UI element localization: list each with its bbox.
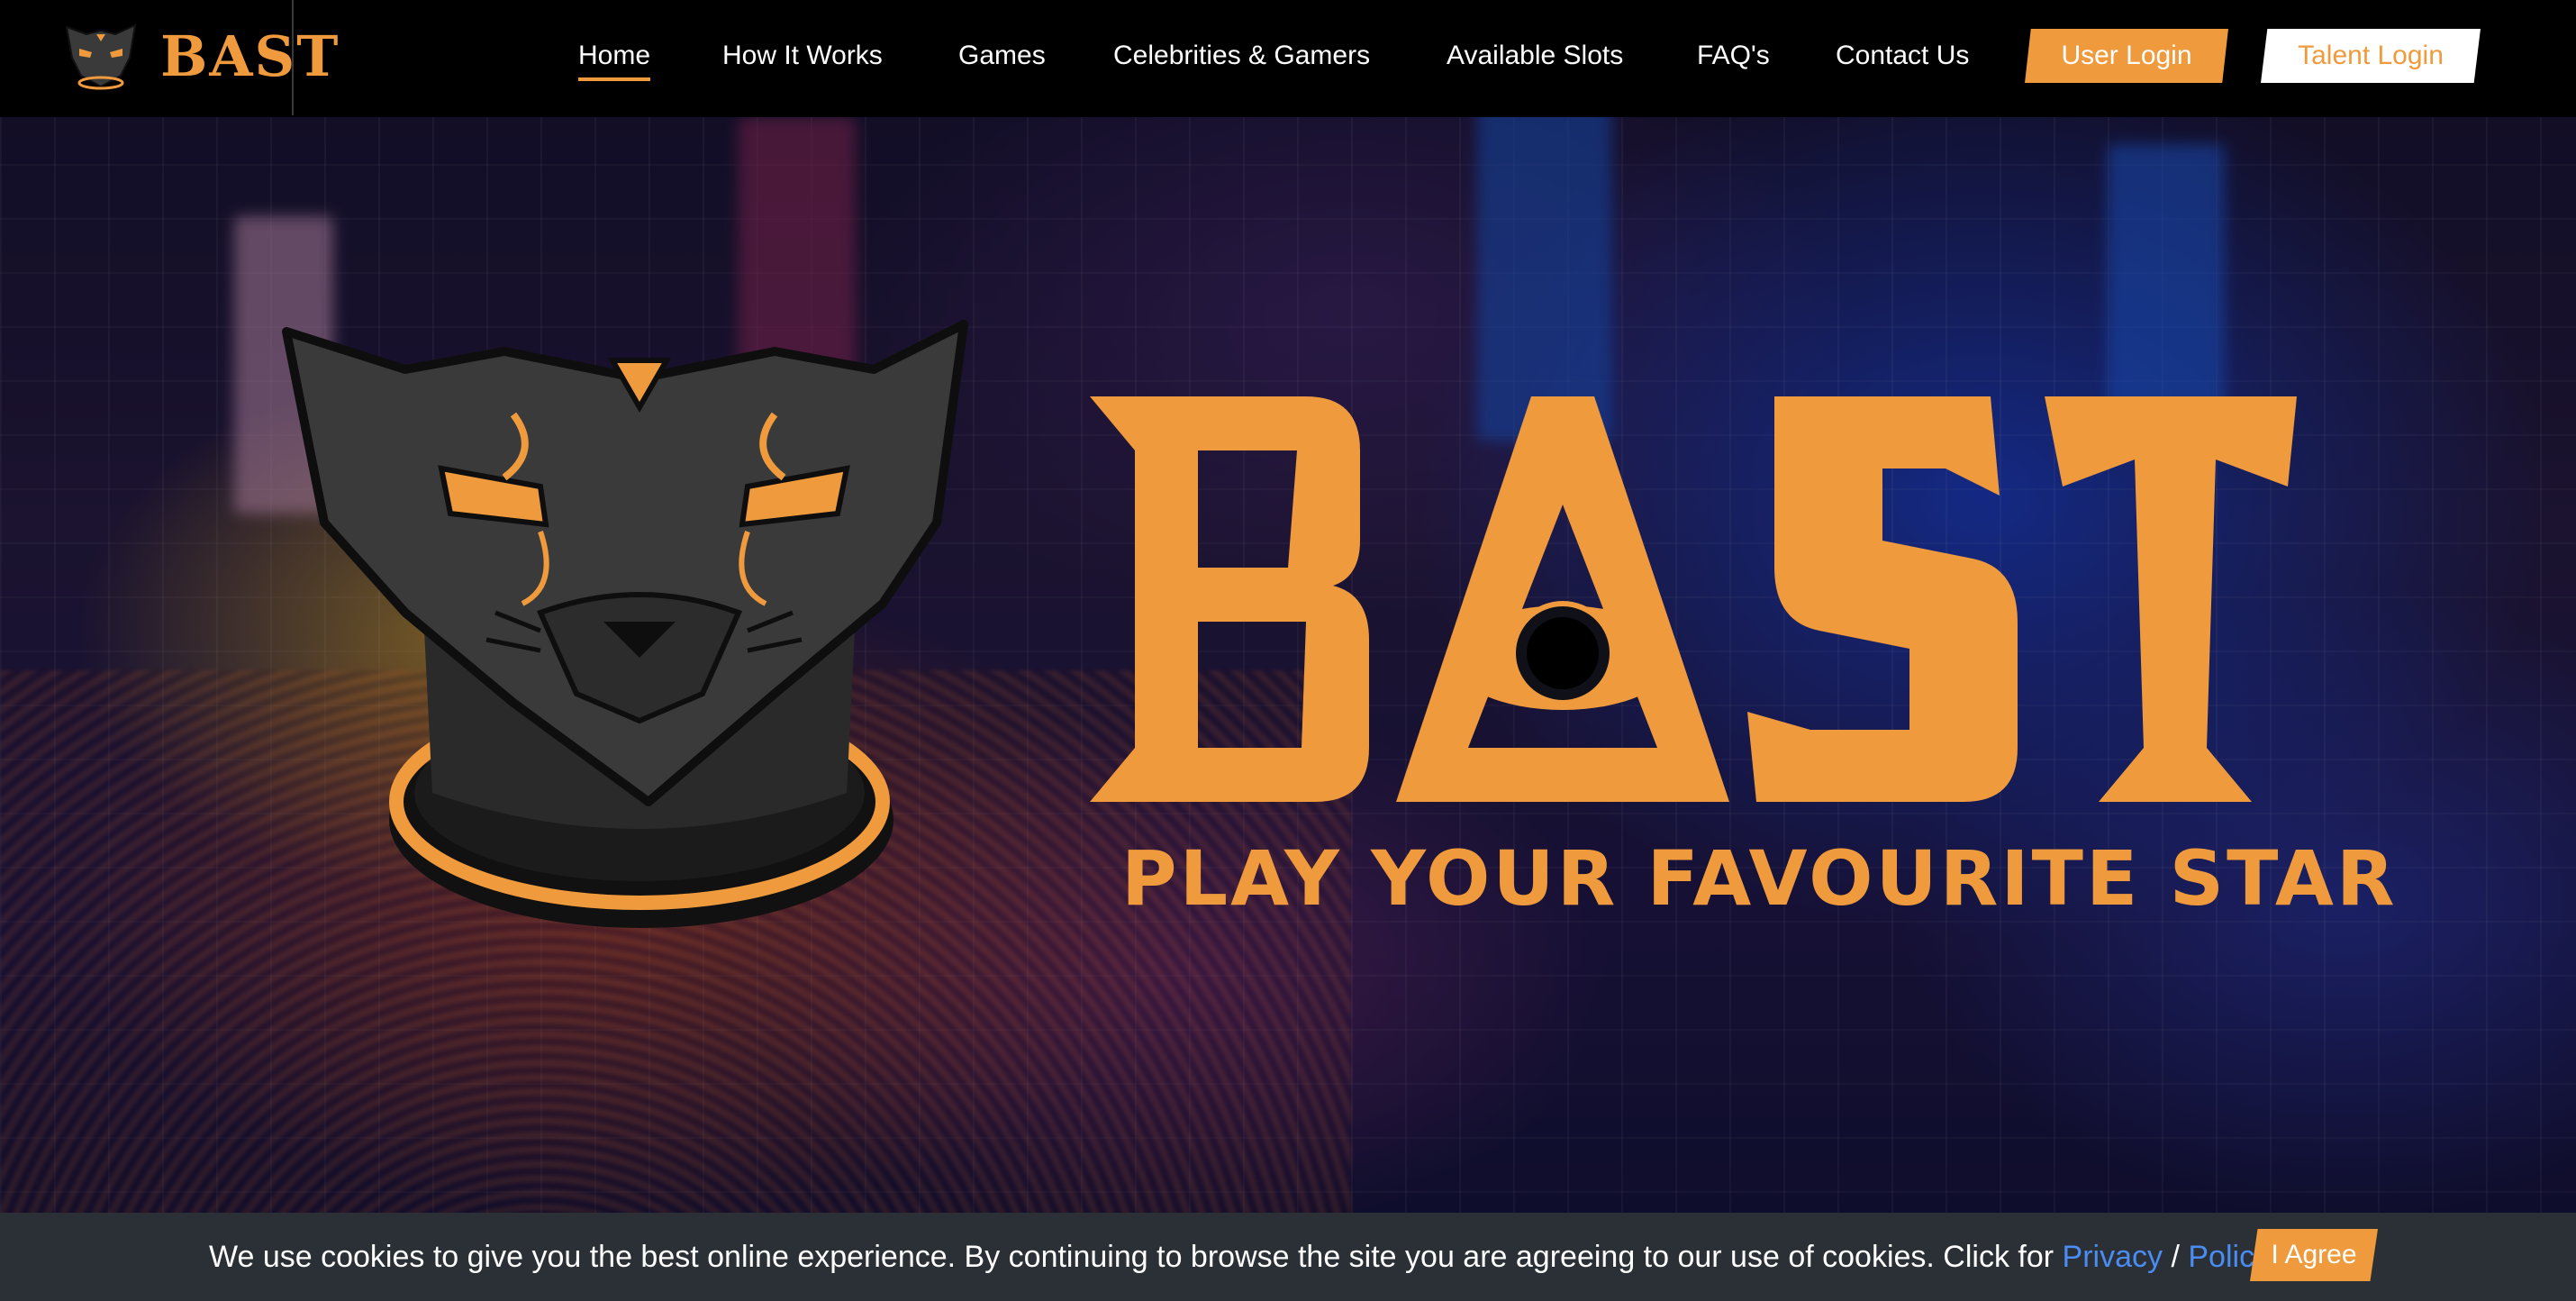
nav-games[interactable]: Games [958, 36, 1046, 76]
panther-head-icon [65, 23, 137, 90]
privacy-link[interactable]: Privacy [2063, 1240, 2163, 1274]
link-separator: / [2171, 1240, 2180, 1274]
cookie-agree-button[interactable]: I Agree [2250, 1229, 2378, 1281]
brand-logo[interactable]: BAST [27, 0, 338, 115]
nav-celebrities-gamers[interactable]: Celebrities & Gamers [1113, 36, 1370, 76]
hero-tagline: PLAY YOUR FAVOURITE STAR [1121, 834, 2398, 923]
nav-faqs[interactable]: FAQ's [1697, 36, 1770, 76]
panther-head-icon [282, 320, 968, 928]
nav-contact-us[interactable]: Contact Us [1836, 36, 1969, 76]
cookie-banner: We use cookies to give you the best onli… [0, 1213, 2576, 1301]
nav-how-it-works[interactable]: How It Works [722, 36, 883, 76]
cookie-message: We use cookies to give you the best onli… [209, 1234, 2270, 1279]
user-login-button[interactable]: User Login [2025, 29, 2228, 83]
bast-wordmark [1090, 396, 2297, 802]
top-navbar: BAST Home How It Works Games Celebrities… [0, 0, 2576, 117]
talent-login-button[interactable]: Talent Login [2261, 29, 2481, 83]
nav-available-slots[interactable]: Available Slots [1447, 36, 1623, 76]
cookie-text: We use cookies to give you the best onli… [209, 1240, 2054, 1274]
nav-home[interactable]: Home [578, 36, 651, 81]
brand-logo-text: BAST [160, 23, 340, 89]
